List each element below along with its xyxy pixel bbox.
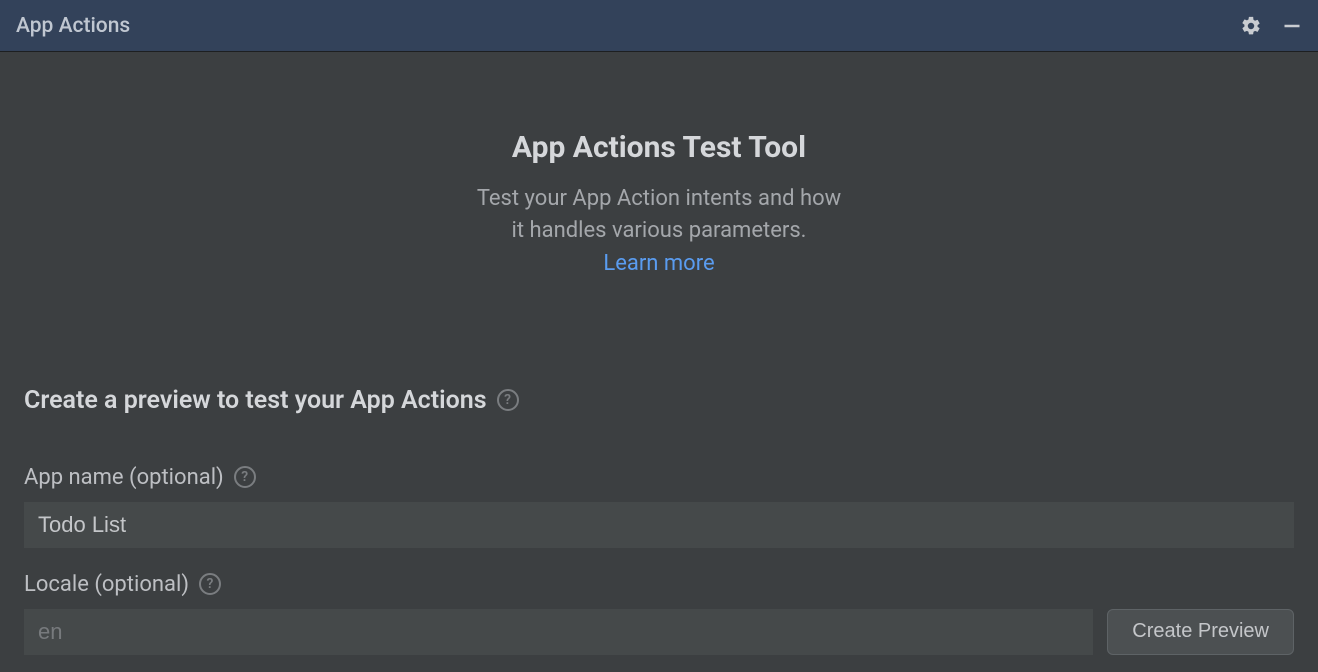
locale-label: Locale (optional) [24,572,189,597]
hero-description: Test your App Action intents and how it … [24,183,1294,247]
panel-title: App Actions [16,14,130,38]
content-area: App Actions Test Tool Test your App Acti… [0,52,1318,672]
minimize-icon[interactable] [1282,16,1302,36]
gear-icon[interactable] [1240,15,1262,37]
app-name-input[interactable] [24,502,1294,548]
hero-section: App Actions Test Tool Test your App Acti… [24,52,1294,386]
create-preview-button[interactable]: Create Preview [1107,609,1294,655]
section-title: Create a preview to test your App Action… [24,386,487,415]
help-icon[interactable]: ? [234,466,256,488]
hero-heading: App Actions Test Tool [24,130,1294,165]
titlebar: App Actions [0,0,1318,52]
help-icon[interactable]: ? [199,573,221,595]
learn-more-link[interactable]: Learn more [603,251,714,276]
locale-input[interactable] [24,609,1093,655]
app-name-label: App name (optional) [24,465,224,490]
help-icon[interactable]: ? [497,389,519,411]
